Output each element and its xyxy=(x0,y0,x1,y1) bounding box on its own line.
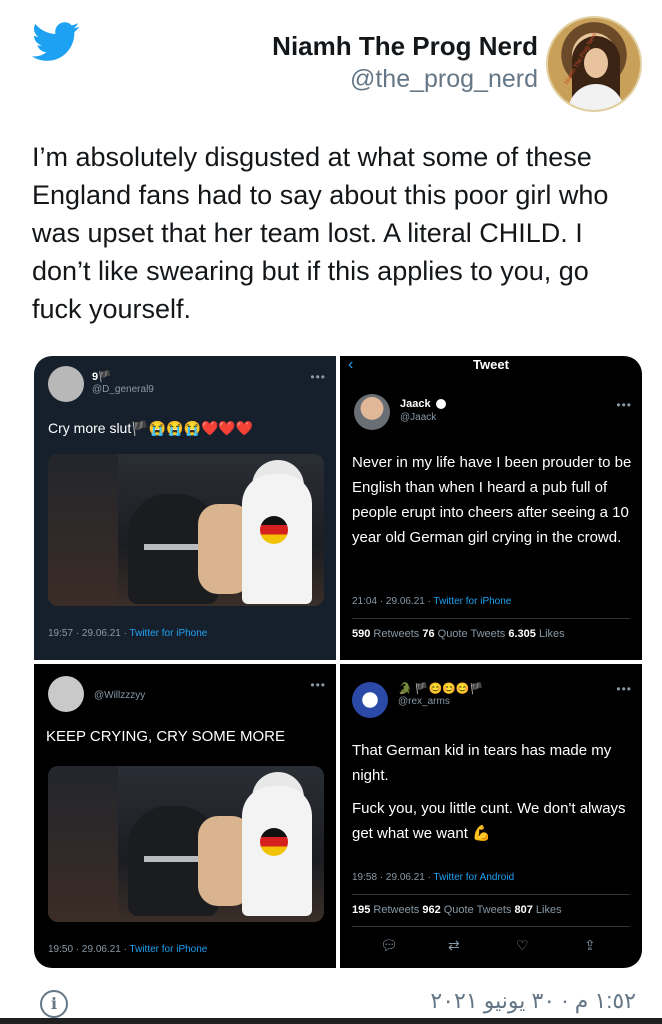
panel-meta: 19:50 · 29.06.21 · Twitter for iPhone xyxy=(48,944,207,955)
panel-tweet-text: KEEP CRYING, CRY SOME MORE xyxy=(46,728,285,745)
tweet-author[interactable]: Niamh The Prog Nerd @the_prog_nerd xyxy=(272,30,538,96)
tweet-image-collage[interactable]: 9🏴 @D_general9 ••• Cry more slut🏴😭😭😭❤️❤️… xyxy=(34,356,642,968)
divider xyxy=(352,926,630,927)
panel-author-handle: @D_general9 xyxy=(92,384,154,395)
panel-source: Twitter for iPhone xyxy=(129,944,208,955)
panel-stats: 195 Retweets 962 Quote Tweets 807 Likes xyxy=(352,904,562,916)
like-count: 807 xyxy=(514,904,533,916)
panel-stats: 590 Retweets 76 Quote Tweets 6.305 Likes xyxy=(352,628,565,640)
panel-header-title: Tweet xyxy=(473,357,509,372)
panel-source: Twitter for Android xyxy=(433,872,515,883)
panel-tweet-text: Cry more slut🏴😭😭😭❤️❤️❤️ xyxy=(48,420,254,436)
avatar xyxy=(48,366,84,402)
panel-author-handle: @rex_arms xyxy=(398,696,450,707)
divider xyxy=(352,894,630,895)
quote-count: 962 xyxy=(422,904,441,916)
panel-timestamp: 19:57 · 29.06.21 · xyxy=(48,628,130,639)
panel-source: Twitter for iPhone xyxy=(433,596,512,607)
panel-meta: 21:04 · 29.06.21 · Twitter for iPhone xyxy=(352,596,511,607)
author-name[interactable]: Niamh The Prog Nerd xyxy=(272,30,538,62)
panel-tweet-text-2: Fuck you, you little cunt. We don't alwa… xyxy=(352,800,626,842)
screenshot-panel-2: ‹ Tweet Jaack @Jaack ••• Never in my lif… xyxy=(340,356,642,660)
panel-author-handle: @Willzzzyy xyxy=(94,690,146,701)
twitter-bird-icon xyxy=(32,22,80,61)
panel-author-name: Jaack xyxy=(400,398,446,410)
more-icon: ••• xyxy=(616,398,632,412)
verified-icon xyxy=(435,399,446,410)
tweet-text: I’m absolutely disgusted at what some of… xyxy=(32,142,609,324)
bottom-bar xyxy=(0,1018,662,1024)
panel-author-name: 🐊 🏴😊😊😊🏴 xyxy=(398,683,484,695)
panel-meta: 19:57 · 29.06.21 · Twitter for iPhone xyxy=(48,628,207,639)
quote-count: 76 xyxy=(422,628,435,640)
panel-meta: 19:58 · 29.06.21 · Twitter for Android xyxy=(352,872,514,883)
panel-timestamp: 21:04 · 29.06.21 · xyxy=(352,596,434,607)
panel-tweet-text: Never in my life have I been prouder to … xyxy=(352,454,632,546)
screenshot-panel-1: 9🏴 @D_general9 ••• Cry more slut🏴😭😭😭❤️❤️… xyxy=(34,356,336,660)
like-icon: ♡ xyxy=(516,937,529,953)
divider xyxy=(352,618,630,619)
tweet-timestamp[interactable]: ١:٥٢ م · ٣٠ يونيو ٢٠٢١ xyxy=(430,988,636,1014)
panel-tweet-text-1: That German kid in tears has made my nig… xyxy=(352,742,612,784)
panel-timestamp: 19:50 · 29.06.21 · xyxy=(48,944,130,955)
avatar xyxy=(354,394,390,430)
retweet-icon: ⇄ xyxy=(448,937,460,953)
more-icon: ••• xyxy=(616,682,632,696)
screenshot-panel-3: @Willzzzyy ••• KEEP CRYING, CRY SOME MOR… xyxy=(34,664,336,968)
reply-icon: 💬︎ xyxy=(380,937,398,953)
screenshot-panel-4: 🐊 🏴😊😊😊🏴 @rex_arms ••• That German kid in… xyxy=(340,664,642,968)
info-icon[interactable]: i xyxy=(40,990,68,1018)
panel-source: Twitter for iPhone xyxy=(129,628,208,639)
retweet-count: 195 xyxy=(352,904,371,916)
author-handle[interactable]: @the_prog_nerd xyxy=(272,62,538,96)
panel-author-handle: @Jaack xyxy=(400,412,437,423)
avatar xyxy=(352,682,388,718)
retweet-count: 590 xyxy=(352,628,371,640)
stadium-photo xyxy=(48,454,324,606)
panel-author-name: 9🏴 xyxy=(92,371,112,383)
like-count: 6.305 xyxy=(508,628,536,640)
more-icon: ••• xyxy=(310,370,326,384)
stadium-photo xyxy=(48,766,324,922)
avatar[interactable]: Niamh The Prog Nerd xyxy=(546,16,642,112)
panel-timestamp: 19:58 · 29.06.21 · xyxy=(352,872,434,883)
more-icon: ••• xyxy=(310,678,326,692)
share-icon: ⇪ xyxy=(584,937,596,953)
avatar xyxy=(48,676,84,712)
